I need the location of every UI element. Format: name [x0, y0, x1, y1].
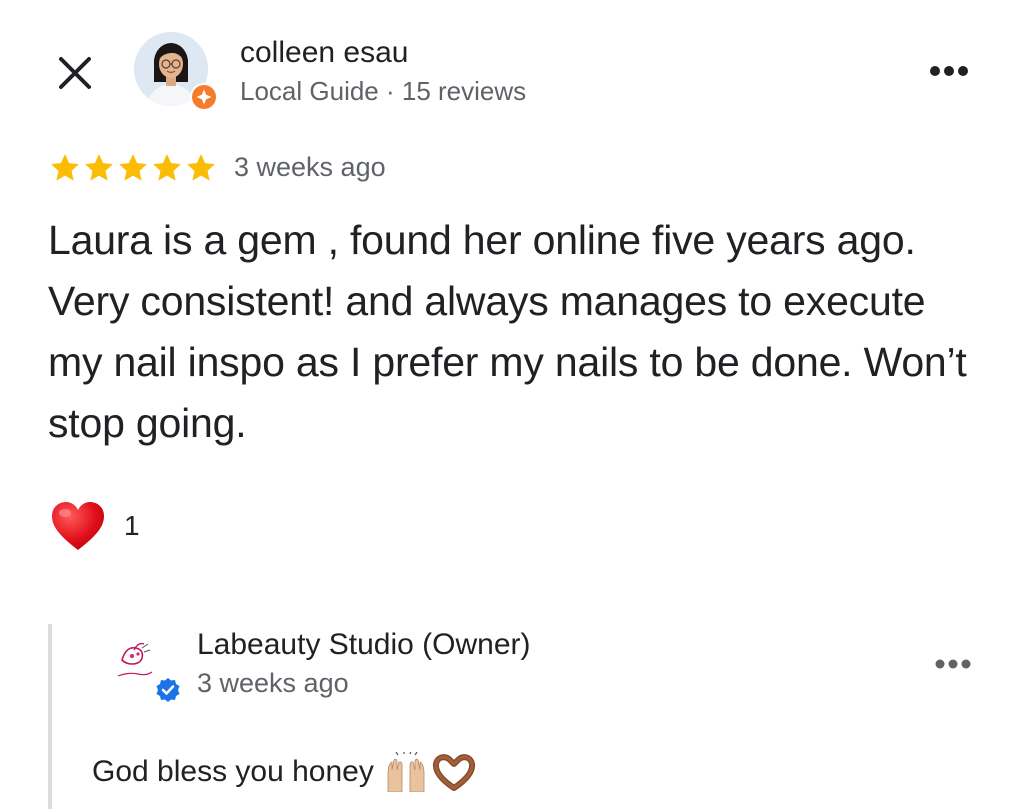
review-detail-page: colleen esau Local Guide · 15 reviews 3 … — [0, 0, 1024, 809]
local-guide-badge-icon — [190, 83, 218, 111]
star-icon — [187, 154, 215, 181]
owner-name: Labeauty Studio (Owner) — [197, 628, 531, 661]
reviewer-meta: Local Guide · 15 reviews — [240, 76, 527, 106]
heart-icon — [52, 502, 104, 550]
close-button[interactable] — [52, 50, 98, 96]
reaction-count: 1 — [124, 510, 140, 541]
star-icon — [119, 154, 147, 181]
reviewer-avatar[interactable] — [134, 32, 218, 111]
owner-reply-time: 3 weeks ago — [197, 668, 349, 698]
review-time: 3 weeks ago — [234, 152, 386, 182]
more-horizontal-icon — [935, 659, 971, 669]
star-icon — [85, 154, 113, 181]
owner-reply: Labeauty Studio (Owner) 3 weeks ago God … — [48, 624, 992, 809]
owner-more-options-button[interactable] — [930, 652, 976, 676]
heart-hands-icon — [432, 754, 475, 791]
owner-reply-text: God bless you honey — [92, 752, 476, 792]
raising-hands-icon — [387, 752, 425, 792]
star-icon — [153, 154, 181, 181]
reviewer-name[interactable]: colleen esau — [240, 36, 408, 70]
more-horizontal-icon — [930, 66, 968, 76]
close-icon — [59, 57, 91, 89]
more-options-button[interactable] — [926, 58, 972, 84]
owner-avatar[interactable] — [108, 632, 186, 704]
star-rating — [48, 148, 218, 188]
star-icon — [51, 154, 79, 181]
review-text: Laura is a gem , found her online five y… — [48, 217, 967, 446]
owner-reply-message: God bless you honey — [92, 755, 374, 788]
reaction-button[interactable]: 1 — [50, 500, 140, 552]
verified-icon — [154, 676, 182, 704]
